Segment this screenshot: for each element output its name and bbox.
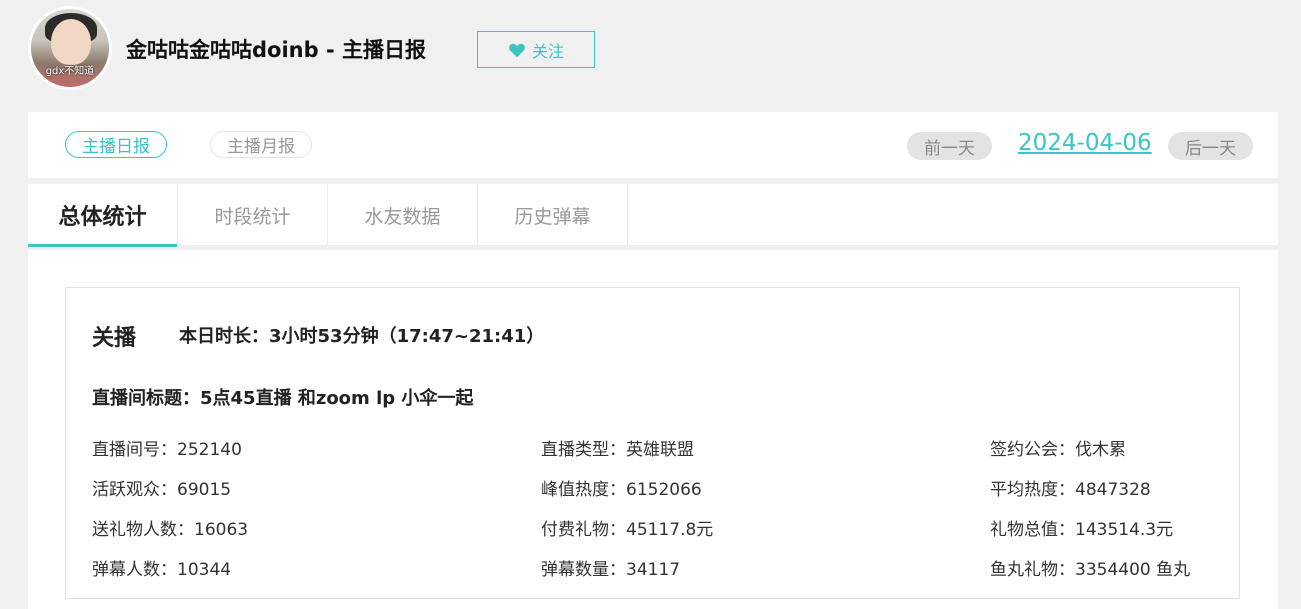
date-picker-link[interactable]: 2024-04-06 <box>1018 130 1152 156</box>
stats-grid: 直播间号：252140 直播类型：英雄联盟 签约公会：伐木累 活跃观众：6901… <box>92 435 1212 595</box>
heart-icon <box>509 43 525 57</box>
avatar-caption: gdx不知道 <box>45 66 95 77</box>
stats-row: 送礼物人数：16063 付费礼物：45117.8元 礼物总值：143514.3元 <box>92 515 1212 555</box>
stat-peak-heat: 峰值热度：6152066 <box>541 480 702 500</box>
follow-label: 关注 <box>531 41 564 61</box>
summary-card: 关播 本日时长：3小时53分钟（17:47~21:41） 直播间标题：5点45直… <box>65 287 1240 599</box>
avatar-face <box>51 19 91 65</box>
main-panel: 关播 本日时长：3小时53分钟（17:47~21:41） 直播间标题：5点45直… <box>28 250 1278 609</box>
report-bar: 主播日报 主播月报 前一天 2024-04-06 后一天 <box>28 112 1278 178</box>
streamer-avatar[interactable]: gdx不知道 <box>28 6 112 90</box>
stat-guild: 签约公会：伐木累 <box>990 440 1126 460</box>
stat-average-heat: 平均热度：4847328 <box>990 480 1151 500</box>
stat-gift-total: 礼物总值：143514.3元 <box>990 520 1174 540</box>
tab-overall-stats[interactable]: 总体统计 <box>28 184 178 247</box>
stats-row: 直播间号：252140 直播类型：英雄联盟 签约公会：伐木累 <box>92 435 1212 475</box>
room-title: 直播间标题：5点45直播 和zoom lp 小伞一起 <box>92 388 474 409</box>
daily-report-tab[interactable]: 主播日报 <box>65 131 167 158</box>
stats-row: 弹幕人数：10344 弹幕数量：34117 鱼丸礼物：3354400 鱼丸 <box>92 555 1212 595</box>
stat-danmaku-count: 弹幕数量：34117 <box>541 560 681 580</box>
page-title: 金咕咕金咕咕doinb - 主播日报 <box>126 38 426 62</box>
next-day-button[interactable]: 后一天 <box>1168 132 1253 160</box>
tab-history-danmaku[interactable]: 历史弹幕 <box>478 184 628 246</box>
tab-period-stats[interactable]: 时段统计 <box>178 184 328 246</box>
stat-fishball-gifts: 鱼丸礼物：3354400 鱼丸 <box>990 560 1191 580</box>
stat-paid-gifts: 付费礼物：45117.8元 <box>541 520 714 540</box>
stat-active-viewers: 活跃观众：69015 <box>92 480 232 500</box>
prev-day-button[interactable]: 前一天 <box>907 132 992 160</box>
stats-row: 活跃观众：69015 峰值热度：6152066 平均热度：4847328 <box>92 475 1212 515</box>
live-status: 关播 <box>92 326 137 351</box>
stat-live-category: 直播类型：英雄联盟 <box>541 440 694 460</box>
stat-danmaku-users: 弹幕人数：10344 <box>92 560 232 580</box>
stat-room-id: 直播间号：252140 <box>92 440 242 460</box>
follow-button[interactable]: 关注 <box>477 31 595 68</box>
stats-tabs: 总体统计 时段统计 水友数据 历史弹幕 <box>28 184 1278 247</box>
stream-duration: 本日时长：3小时53分钟（17:47~21:41） <box>179 326 545 347</box>
tab-fan-data[interactable]: 水友数据 <box>328 184 478 246</box>
monthly-report-tab[interactable]: 主播月报 <box>210 131 312 158</box>
stat-gift-senders: 送礼物人数：16063 <box>92 520 249 540</box>
